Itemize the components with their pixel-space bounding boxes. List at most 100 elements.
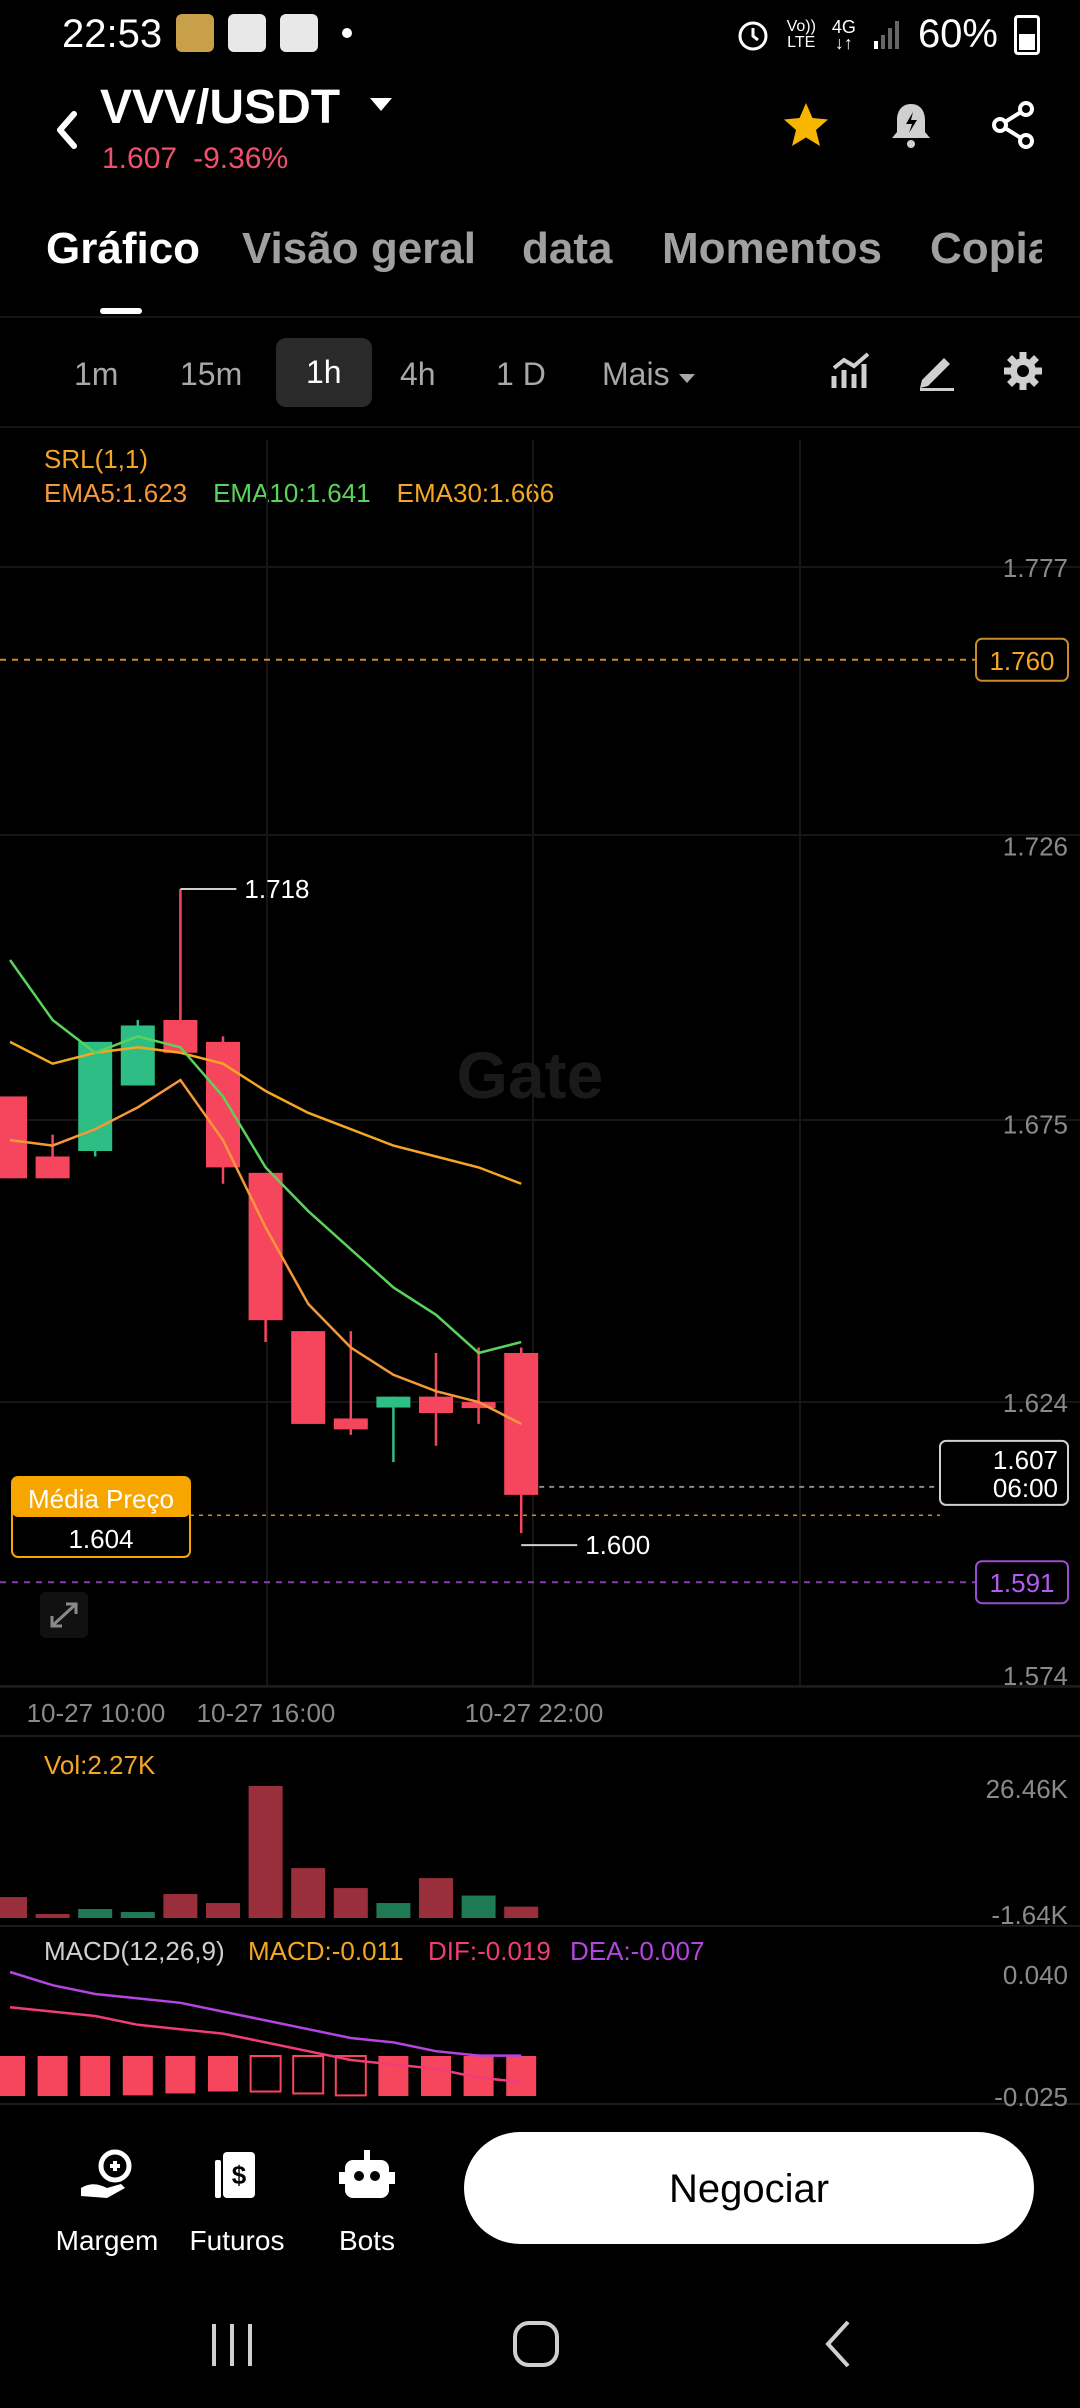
recent-apps-icon[interactable] [206,2320,258,2370]
x-tick-label: 10-27 10:00 [27,1698,166,1728]
volume-pane: Vol:2.27K 26.46K -1.64K [0,1750,1069,1930]
candle [163,889,198,1053]
futures-icon: $ [215,2152,255,2198]
tab-copia[interactable]: Copia [930,224,1042,274]
candle-body [376,1396,411,1408]
avg-price-label: Média Preço [28,1484,174,1514]
active-tab-indicator [100,308,142,314]
chart-grid: 1.7771.7261.6751.6241.57410-27 10:00 10-2… [0,440,1080,2105]
main-tabs: Gráfico Visão geral data Momentos Copia [0,224,1080,316]
signal-icon [873,20,899,49]
fullscreen-expand-icon[interactable] [40,1592,88,1638]
volume-bar [504,1906,539,1918]
status-right: Vo)) LTE 4G ↓↑ 60% [735,12,1040,57]
volume-bar [333,1888,368,1918]
macd-histogram-bar [421,2056,451,2096]
macd-histogram-bar [292,2055,325,2095]
settings-gear-icon[interactable] [1002,350,1044,392]
home-icon[interactable] [510,2318,562,2370]
macd-label: MACD(12,26,9) [44,1936,225,1966]
macd-histogram-bar [165,2056,196,2094]
tab-data[interactable]: data [522,224,612,274]
volume-bar [0,1897,27,1918]
candles [0,889,539,1534]
system-back-icon[interactable] [818,2318,858,2370]
macd-histogram-bar [0,2056,25,2096]
candle-body [333,1418,368,1430]
interval-bar: 1m 15m 1h 4h 1 D Mais [0,332,1080,412]
candle [419,1352,453,1446]
volume-max-label: 26.46K [986,1774,1069,1804]
nav-futuros[interactable]: $ Futuros [172,2148,302,2257]
interval-4h[interactable]: 4h [400,356,436,393]
macd-histogram-bar [249,2055,282,2093]
draw-pen-icon[interactable] [916,350,958,392]
candle-body [291,1331,326,1424]
status-time: 22:53 [62,12,163,56]
volume-min-label: -1.64K [991,1900,1068,1930]
more-notifications-icon [342,28,352,38]
tab-visao-geral[interactable]: Visão geral [242,224,476,274]
volume-bar [78,1909,113,1918]
battery-icon [1014,14,1040,55]
candle-body [419,1396,453,1414]
tab-grafico[interactable]: Gráfico [46,224,200,274]
price-line: 1.607 -9.36% [102,142,288,176]
candle [78,1041,113,1157]
trade-button[interactable]: Negociar [464,2132,1034,2244]
share-icon[interactable] [990,100,1036,150]
indicators-icon[interactable] [830,350,872,392]
pair-dropdown-icon[interactable] [368,96,394,114]
interval-more[interactable]: Mais [602,356,696,393]
high-label: 1.718 [244,874,309,904]
trading-pair-title[interactable]: VVV/USDT [100,80,340,135]
dea-value: DEA:-0.007 [570,1936,704,1966]
volume-bar [120,1912,155,1918]
status-bar: 22:53 Vo)) LTE 4G ↓↑ 60% [0,0,1080,72]
volume-bar [419,1878,453,1918]
volume-label: Vol:2.27K [44,1750,156,1780]
macd-value: MACD:-0.011 [248,1936,404,1966]
volume-bar [248,1786,283,1918]
macd-pane: MACD(12,26,9) MACD:-0.011 DIF:-0.019 DEA:-0… [0,1936,1068,2112]
divider [0,426,1080,428]
interval-1h[interactable]: 1h [276,338,372,407]
price-level-1591: 1.591 [989,1568,1054,1598]
watermark: Gate [457,1038,604,1112]
interval-1d[interactable]: 1 D [496,356,546,393]
y-tick-label: 1.675 [1003,1110,1068,1140]
bot-icon [339,2150,395,2198]
divider [0,316,1080,318]
volume-bar [35,1914,70,1918]
x-tick-label: 10-27 22:00 [465,1698,604,1728]
nav-bots[interactable]: Bots [302,2148,432,2257]
interval-1m[interactable]: 1m [74,356,118,393]
svg-text:$: $ [232,2160,247,2190]
candle [461,1347,496,1424]
header-actions [780,100,1036,150]
app-avatar-icon [176,14,214,52]
battery-percent: 60% [917,12,998,56]
avg-price-value: 1.604 [68,1524,133,1554]
nav-margem[interactable]: Margem [42,2148,172,2257]
puzzle-icon [228,14,266,52]
macd-histogram-bar [122,2056,153,2096]
chart-tools [830,350,1044,392]
candle-body [35,1156,70,1179]
candle [120,1020,155,1086]
macd-histogram-bar [378,2056,409,2096]
volume-bar [291,1868,326,1918]
tab-momentos[interactable]: Momentos [662,224,882,274]
interval-15m[interactable]: 15m [180,356,242,393]
back-arrow-icon[interactable] [46,100,86,160]
x-tick-label: 10-27 16:00 [197,1698,336,1728]
y-tick-label: 1.726 [1003,831,1068,861]
price-alert-bell-icon[interactable] [888,100,934,150]
price-chart[interactable]: 1.7771.7261.6751.6241.57410-27 10:00 10-2… [0,430,1080,2130]
volume-bar [163,1894,198,1918]
favorite-star-icon[interactable] [780,100,832,150]
more-caret-icon [679,374,696,383]
volume-bar [461,1895,496,1918]
margin-icon [81,2149,132,2198]
candle-body [120,1025,155,1086]
